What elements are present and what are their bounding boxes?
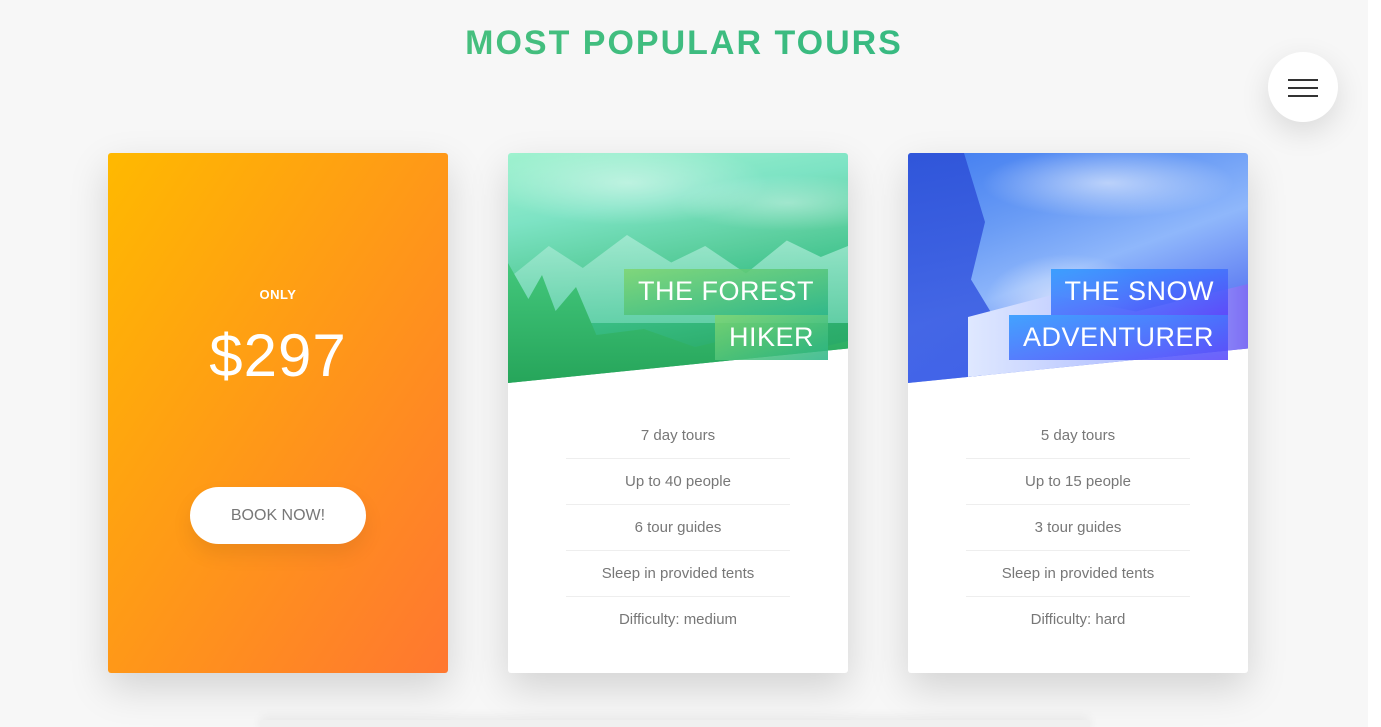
list-item: 6 tour guides	[566, 505, 790, 551]
list-item: Up to 40 people	[566, 459, 790, 505]
tour-details-snow: 5 day tours Up to 15 people 3 tour guide…	[966, 413, 1190, 643]
list-item: Up to 15 people	[966, 459, 1190, 505]
list-item: Difficulty: medium	[618, 611, 738, 628]
hamburger-menu-icon-bar	[1288, 95, 1318, 97]
price-card: ONLY $297 BOOK NOW!	[108, 153, 448, 673]
tour-heading-forest: THE FOREST HIKER	[623, 269, 828, 361]
list-item: 3 tour guides	[966, 505, 1190, 551]
section-title: MOST POPULAR TOURS	[0, 24, 1368, 63]
tour-heading-line: HIKER	[714, 314, 828, 361]
tour-heading-line: THE SNOW	[1050, 269, 1228, 315]
scrollbar-track[interactable]	[1368, 0, 1381, 727]
next-section-edge	[260, 720, 1090, 727]
menu-button[interactable]	[1268, 52, 1338, 122]
price-value: $297	[209, 322, 347, 389]
list-item: Sleep in provided tents	[966, 551, 1190, 597]
tour-card-forest[interactable]: THE FOREST HIKER 7 day tours Up to 40 pe…	[508, 153, 848, 673]
hamburger-menu-icon-bar	[1288, 87, 1318, 89]
book-now-button[interactable]: BOOK NOW!	[190, 487, 366, 544]
tour-heading-line: THE FOREST	[623, 269, 828, 315]
page: MOST POPULAR TOURS ONLY $297 BOOK NOW! T…	[0, 0, 1381, 727]
hamburger-menu-icon	[1288, 79, 1318, 81]
tour-card-snow[interactable]: THE SNOW ADVENTURER 5 day tours Up to 15…	[908, 153, 1248, 673]
tour-heading-snow: THE SNOW ADVENTURER	[1008, 269, 1228, 361]
tour-details-forest: 7 day tours Up to 40 people 6 tour guide…	[566, 413, 790, 643]
list-item: Difficulty: hard	[1030, 611, 1126, 628]
list-item: 7 day tours	[566, 413, 790, 459]
price-only-label: ONLY	[259, 287, 297, 302]
tour-heading-line: ADVENTURER	[1008, 314, 1228, 361]
list-item: Sleep in provided tents	[566, 551, 790, 597]
list-item: 5 day tours	[966, 413, 1190, 459]
